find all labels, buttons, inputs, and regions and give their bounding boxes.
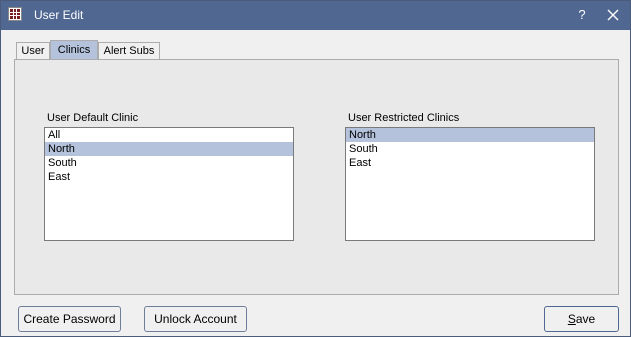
close-icon[interactable] <box>602 4 624 26</box>
default-clinic-label: User Default Clinic <box>47 112 139 124</box>
list-item[interactable]: East <box>45 170 293 184</box>
window-title: User Edit <box>34 8 84 22</box>
list-item[interactable]: North <box>346 128 594 142</box>
list-item[interactable]: All <box>45 128 293 142</box>
save-label: ave <box>575 312 596 326</box>
list-item[interactable]: South <box>45 156 293 170</box>
list-item[interactable]: North <box>45 142 293 156</box>
restricted-clinics-listbox[interactable]: North South East <box>345 127 595 241</box>
unlock-account-button[interactable]: Unlock Account <box>144 306 247 332</box>
clinics-tab-panel: User Default Clinic All North South East… <box>14 59 619 295</box>
tab-user[interactable]: User <box>16 42 50 59</box>
app-grid-icon <box>8 7 22 21</box>
tab-alert-subs[interactable]: Alert Subs <box>98 42 160 59</box>
create-password-button[interactable]: Create Password <box>18 306 121 332</box>
restricted-clinics-label: User Restricted Clinics <box>348 112 460 124</box>
save-accelerator: S <box>567 312 576 326</box>
save-button[interactable]: Save <box>544 306 619 332</box>
help-button[interactable]: ? <box>571 5 593 25</box>
list-item[interactable]: East <box>346 156 594 170</box>
list-item[interactable]: South <box>346 142 594 156</box>
title-bar[interactable]: User Edit ? <box>1 1 630 30</box>
user-edit-window: User Edit ? User Clinics Alert Subs User… <box>0 0 631 337</box>
default-clinic-listbox[interactable]: All North South East <box>44 127 294 241</box>
tab-clinics[interactable]: Clinics <box>50 40 98 59</box>
